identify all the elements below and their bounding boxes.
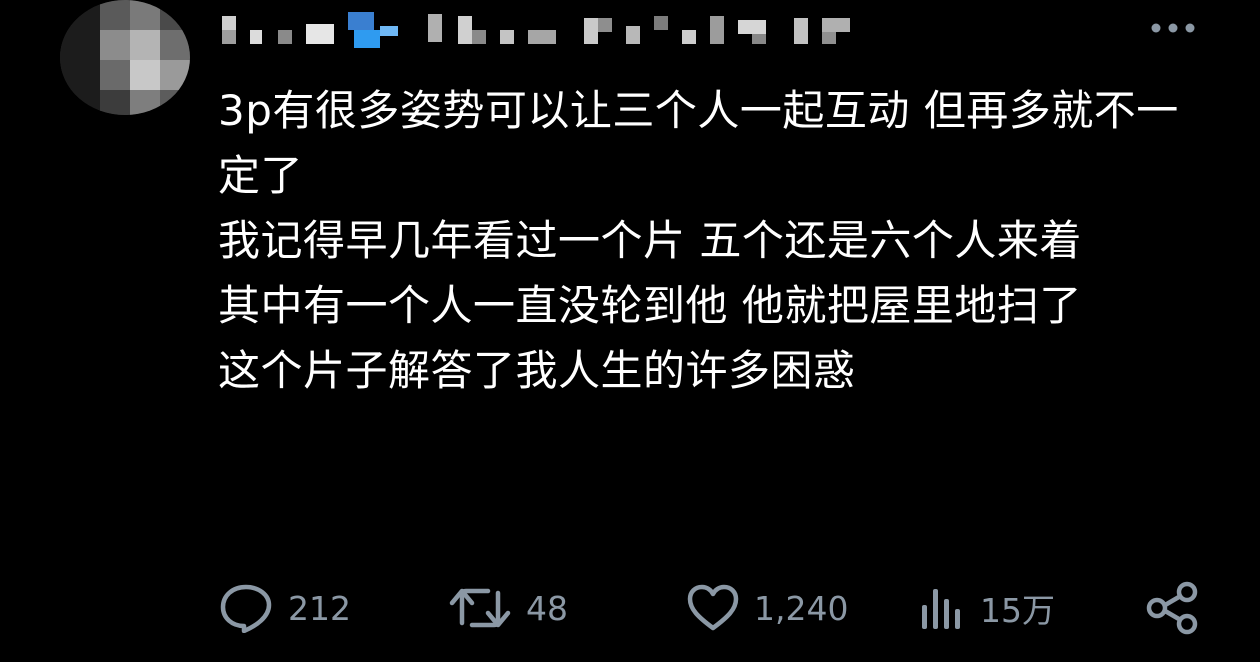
reply-count: 212 <box>288 588 351 628</box>
post-text-line: 其中有一个人一直没轮到他 他就把屋里地扫了 <box>218 281 1082 330</box>
repost-button[interactable]: 48 <box>448 580 568 636</box>
post-text-line: 这个片子解答了我人生的许多困惑 <box>218 346 856 395</box>
post-text-line: 我记得早几年看过一个片 五个还是六个人来着 <box>218 216 1082 265</box>
like-button[interactable]: 1,240 <box>686 580 848 636</box>
avatar-pixelated-image <box>60 0 190 115</box>
analytics-icon <box>922 589 960 629</box>
share-button[interactable] <box>1144 580 1200 636</box>
views-button[interactable]: 15万 <box>916 580 1055 636</box>
post-text-line: 3p有很多姿势可以让三个人一起互动 但再多就不一定了 <box>218 86 1179 200</box>
views-count: 15万 <box>980 591 1055 630</box>
more-options-button[interactable] <box>1148 18 1198 38</box>
author-name-mosaic <box>222 12 850 48</box>
reply-button[interactable]: 212 <box>218 580 351 636</box>
avatar[interactable] <box>60 0 190 115</box>
post-text: 3p有很多姿势可以让三个人一起互动 但再多就不一定了 我记得早几年看过一个片 五… <box>218 78 1218 403</box>
repost-icon <box>449 588 511 628</box>
more-icon <box>1151 23 1195 33</box>
like-count: 1,240 <box>754 588 849 628</box>
heart-icon <box>687 584 739 631</box>
share-icon <box>1146 581 1198 635</box>
author-name-pixelated[interactable] <box>222 8 862 54</box>
repost-count: 48 <box>526 588 568 628</box>
reply-bubble-icon <box>220 584 272 633</box>
